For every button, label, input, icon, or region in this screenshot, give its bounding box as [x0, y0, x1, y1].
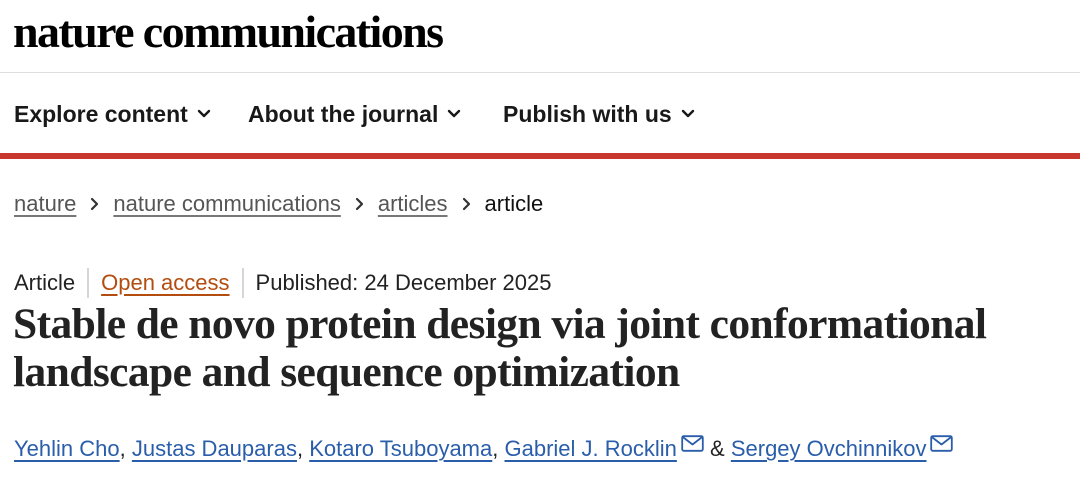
nav-publish-with-us[interactable]: Publish with us — [503, 99, 695, 129]
chevron-right-icon — [462, 197, 471, 211]
author-separator: , — [119, 436, 126, 461]
article-meta: Article Open access Published: 24 Decemb… — [14, 268, 552, 298]
envelope-icon[interactable] — [930, 434, 954, 452]
breadcrumb: nature nature communications articles ar… — [14, 189, 543, 219]
author-list: Yehlin Cho , Justas Dauparas , Kotaro Ts… — [14, 434, 954, 464]
meta-divider — [241, 268, 244, 298]
breadcrumb-nature[interactable]: nature — [14, 189, 76, 219]
author-link[interactable]: Sergey Ovchinnikov — [731, 434, 927, 464]
nav-label: Explore content — [14, 101, 188, 127]
nav-label: Publish with us — [503, 101, 672, 127]
open-access-link[interactable]: Open access — [101, 268, 229, 298]
site-header: nature communications — [0, 0, 1080, 73]
breadcrumb-articles[interactable]: articles — [378, 189, 448, 219]
envelope-icon[interactable] — [681, 434, 704, 452]
journal-logo[interactable]: nature communications — [13, 4, 444, 60]
author-link[interactable]: Yehlin Cho — [14, 434, 120, 464]
chevron-right-icon — [90, 197, 99, 211]
author-separator: , — [296, 436, 304, 461]
article-type: Article — [14, 270, 76, 295]
nav-explore-content[interactable]: Explore content — [14, 99, 211, 129]
author-link[interactable]: Gabriel J. Rocklin — [505, 434, 677, 464]
author-separator: , — [492, 436, 499, 461]
published-date: Published: 24 December 2025 — [255, 270, 552, 295]
article-title: Stable de novo protein design via joint … — [13, 300, 987, 396]
chevron-down-icon — [681, 109, 694, 118]
chevron-down-icon — [197, 109, 211, 118]
author-ampersand: & — [710, 436, 725, 461]
author-link[interactable]: Kotaro Tsuboyama — [309, 434, 492, 464]
meta-divider — [87, 268, 90, 298]
main-nav: Explore content About the journal Publis… — [0, 73, 1080, 153]
author-link[interactable]: Justas Dauparas — [132, 434, 297, 464]
chevron-down-icon — [448, 109, 461, 118]
chevron-right-icon — [355, 197, 364, 211]
breadcrumb-current: article — [484, 191, 544, 216]
accent-divider — [0, 153, 1080, 159]
breadcrumb-nature-communications[interactable]: nature communications — [113, 189, 340, 219]
nav-about-journal[interactable]: About the journal — [248, 99, 461, 129]
nav-label: About the journal — [248, 101, 439, 127]
